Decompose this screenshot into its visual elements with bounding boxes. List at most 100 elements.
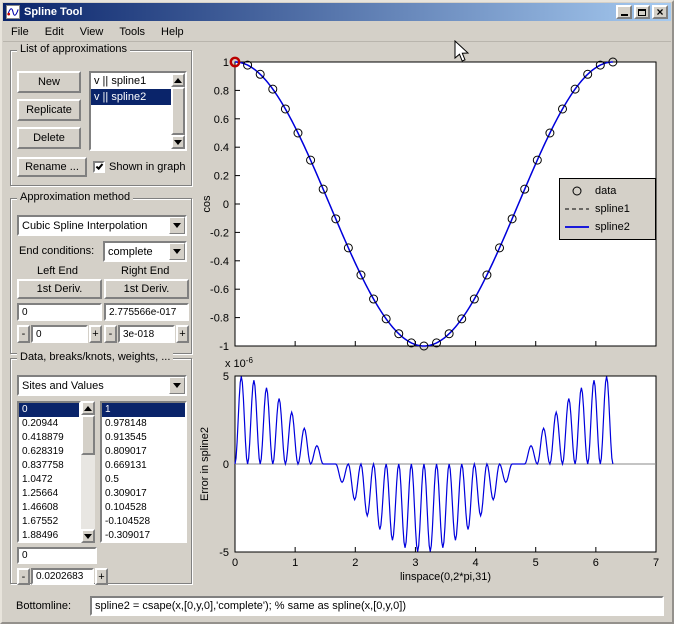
minimize-icon [620,14,628,16]
list-item[interactable]: -0.104528 [102,515,185,529]
list-item[interactable]: 0.669131 [102,459,185,473]
site-decrement-button[interactable]: - [17,568,30,585]
y-axis-label: Error in spline2 [199,427,211,501]
plot-legend[interactable]: data spline1 spline2 [559,178,656,240]
list-item[interactable]: -0.309017 [102,529,185,541]
legend-entry-spline1[interactable]: spline1 [564,201,651,217]
y-tick-label: -0.8 [210,313,229,325]
arrow-up-icon [174,77,182,83]
end-conditions-select[interactable]: complete [103,241,187,262]
site-edit-field[interactable]: 0 [17,547,97,564]
scrollbar-thumb[interactable] [171,87,185,135]
scroll-up-button[interactable] [81,401,95,415]
approximations-list: v || spline1 v || spline2 [91,73,171,105]
list-item[interactable]: 0.837758 [19,459,79,473]
menu-help[interactable]: Help [153,23,192,41]
y-tick-label: -5 [219,547,229,559]
sites-scrollbar[interactable] [81,401,95,543]
legend-entry-data[interactable]: data [564,183,651,199]
scrollbar-thumb[interactable] [81,415,95,455]
right-end-derivative-button[interactable]: 1st Deriv. [104,279,189,299]
chevron-down-icon [173,223,181,228]
error-plot[interactable]: 0 1 2 3 4 5 6 7-505Error in spline2linspace(0,2… [194,352,670,584]
menu-file[interactable]: File [3,23,37,41]
list-item[interactable]: v || spline1 [91,73,171,89]
list-item[interactable]: 1.46608 [19,501,79,515]
list-item[interactable]: v || spline2 [91,89,171,105]
new-button[interactable]: New [17,71,81,93]
maximize-button[interactable] [634,5,650,19]
scroll-down-button[interactable] [81,529,95,543]
left-increment-field[interactable]: 0 [31,325,88,343]
right-end-value-field[interactable]: 2.775566e-017 [104,303,189,321]
left-end-label: Left End [37,265,78,277]
bottomline-field[interactable]: spline2 = csape(x,[0,y,0],'complete'); %… [90,596,664,616]
menubar: File Edit View Tools Help [3,22,671,42]
dropdown-button[interactable] [169,377,185,394]
right-increment-field[interactable]: 3e-018 [118,325,175,343]
left-end-value-field[interactable]: 0 [17,303,102,321]
list-item[interactable]: 0.978148 [102,417,185,431]
approximations-listbox[interactable]: v || spline1 v || spline2 [89,71,187,151]
y-tick-label: 0 [223,459,229,471]
group-list-of-approximations: List of approximations New Replicate Del… [10,43,192,186]
list-item[interactable]: 0.104528 [102,501,185,515]
legend-marker-data-icon [572,186,582,196]
left-end-derivative-button[interactable]: 1st Deriv. [17,279,102,299]
list-item[interactable]: 1.88496 [19,529,79,541]
dropdown-button[interactable] [169,217,185,234]
close-button[interactable]: × [652,5,668,19]
list-item[interactable]: 0.809017 [102,445,185,459]
menu-tools[interactable]: Tools [111,23,153,41]
scroll-up-button[interactable] [171,73,185,87]
list-item[interactable]: 1 [102,403,185,417]
x-tick-label: 4 [473,557,479,569]
menu-view[interactable]: View [72,23,112,41]
shown-in-graph-checkbox[interactable] [93,161,105,173]
legend-entry-spline2[interactable]: spline2 [564,219,651,235]
data-view-select[interactable]: Sites and Values [17,375,187,396]
list-item[interactable]: 0 [19,403,79,417]
site-increment-button[interactable]: + [95,568,108,585]
sites-listbox[interactable]: 0 0.20944 0.418879 0.628319 0.837758 1.0472 1.… [17,401,81,543]
menu-edit[interactable]: Edit [37,23,72,41]
left-decrement-button[interactable]: - [17,325,30,343]
list-item[interactable]: 0.20944 [19,417,79,431]
list-item[interactable]: 1.25664 [19,487,79,501]
right-increment-button[interactable]: + [176,325,189,343]
x-axis-label: linspace(0,2*pi,31) [400,571,491,583]
titlebar[interactable]: Spline Tool × [3,3,671,21]
list-item[interactable]: 1.67552 [19,515,79,529]
list-item[interactable]: 0.628319 [19,445,79,459]
y-tick-label: 0 [223,199,229,211]
legend-dashed-line-icon [565,208,589,210]
values-listbox[interactable]: 1 0.978148 0.913545 0.809017 0.669131 0.5 0.30… [100,401,187,543]
close-icon: × [656,5,664,19]
maximize-icon [638,8,646,16]
y-tick-label: 5 [223,371,229,383]
approx-list-scrollbar[interactable] [171,73,185,149]
rename-button[interactable]: Rename ... [17,157,87,177]
x-tick-label: 2 [352,557,358,569]
replicate-button[interactable]: Replicate [17,99,81,121]
x-tick-label: 1 [292,557,298,569]
minimize-button[interactable] [616,5,632,19]
right-decrement-button[interactable]: - [104,325,117,343]
site-increment-field[interactable]: 0.0202683 [31,568,94,585]
list-item[interactable]: 0.913545 [102,431,185,445]
method-select[interactable]: Cubic Spline Interpolation [17,215,187,236]
left-increment-button[interactable]: + [89,325,102,343]
delete-button[interactable]: Delete [17,127,81,149]
sites-list: 0 0.20944 0.418879 0.628319 0.837758 1.0472 1.… [19,403,79,541]
list-item[interactable]: 0.418879 [19,431,79,445]
dropdown-button[interactable] [169,243,185,260]
arrow-down-icon [174,139,182,145]
group-title: Data, breaks/knots, weights, ... [17,351,174,363]
list-item[interactable]: 0.5 [102,473,185,487]
list-item[interactable]: 1.0472 [19,473,79,487]
list-item[interactable]: 0.309017 [102,487,185,501]
arrow-up-icon [84,405,92,411]
scroll-down-button[interactable] [171,135,185,149]
values-list: 1 0.978148 0.913545 0.809017 0.669131 0.5 0.30… [102,403,185,541]
y-tick-label: 1 [223,57,229,69]
